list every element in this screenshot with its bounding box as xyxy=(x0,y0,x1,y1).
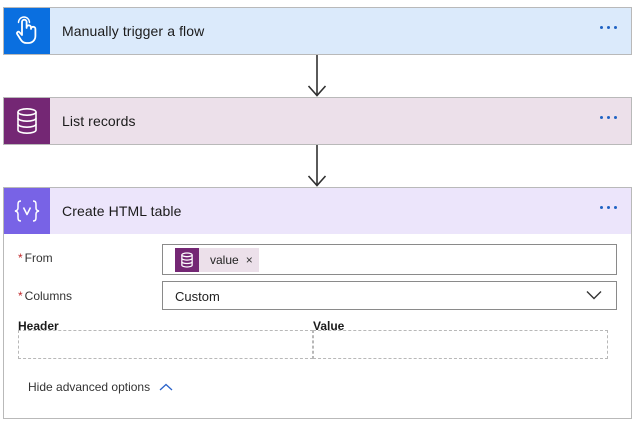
from-label-text: From xyxy=(24,251,53,265)
step-card-create-html-table: Create HTML table * From value × * Colum… xyxy=(3,187,632,419)
advanced-options-label: Hide advanced options xyxy=(28,380,151,394)
from-label: * From xyxy=(18,251,53,265)
database-icon xyxy=(4,98,50,144)
more-options-icon[interactable] xyxy=(600,116,617,119)
connector-arrow-icon xyxy=(307,55,327,97)
step-title: List records xyxy=(62,113,136,129)
value-input[interactable] xyxy=(313,330,608,359)
step-card-manual-trigger[interactable]: Manually trigger a flow xyxy=(3,7,632,55)
remove-token-icon[interactable]: × xyxy=(246,253,253,267)
columns-label-text: Columns xyxy=(24,289,73,303)
touch-hand-icon xyxy=(4,8,50,54)
required-mark: * xyxy=(18,289,23,303)
more-options-icon[interactable] xyxy=(600,206,617,209)
connector-arrow-icon xyxy=(307,145,327,187)
hide-advanced-options-toggle[interactable]: Hide advanced options xyxy=(28,380,173,394)
step-title: Create HTML table xyxy=(62,203,182,219)
columns-dropdown[interactable]: Custom xyxy=(162,281,617,310)
database-icon xyxy=(175,248,199,272)
required-mark: * xyxy=(18,251,23,265)
step-header[interactable]: Create HTML table xyxy=(4,188,631,234)
more-options-icon[interactable] xyxy=(600,26,617,29)
step-card-list-records[interactable]: List records xyxy=(3,97,632,145)
curly-braces-icon xyxy=(4,188,50,234)
columns-label: * Columns xyxy=(18,289,72,303)
step-header[interactable]: List records xyxy=(4,98,631,144)
chevron-up-icon xyxy=(159,383,173,391)
dynamic-content-token[interactable]: value × xyxy=(175,248,259,272)
step-header[interactable]: Manually trigger a flow xyxy=(4,8,631,54)
chevron-down-icon xyxy=(586,291,602,300)
flow-designer-canvas: Manually trigger a flow List records Cre… xyxy=(0,0,644,431)
step-title: Manually trigger a flow xyxy=(62,23,205,39)
header-input[interactable] xyxy=(18,330,313,359)
token-label: value xyxy=(210,253,239,267)
from-input[interactable]: value × xyxy=(162,244,617,275)
columns-selected-value: Custom xyxy=(175,289,220,304)
